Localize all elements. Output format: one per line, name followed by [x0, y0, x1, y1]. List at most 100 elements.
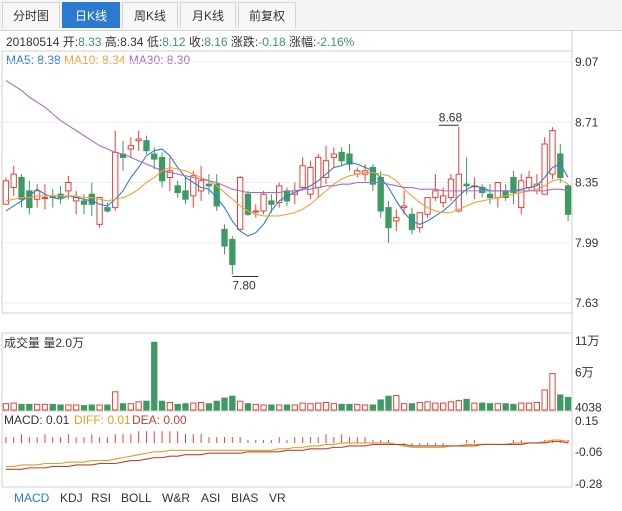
volume-bar — [221, 397, 228, 411]
candle-body — [96, 197, 103, 225]
volume-bar — [385, 395, 392, 411]
candle-body — [307, 166, 314, 195]
volume-bar — [88, 404, 95, 411]
indicator-tab-boll[interactable]: BOLL — [121, 491, 152, 505]
volume-bar — [2, 403, 10, 411]
volume-bar — [564, 396, 572, 411]
volume-bar — [416, 401, 423, 411]
max-price-label: 8.68 — [439, 110, 463, 124]
macd-value-label: MACD: 0.01 — [4, 413, 70, 427]
volume-bar — [143, 400, 150, 411]
candle-body — [221, 228, 228, 247]
volume-bar — [369, 404, 377, 411]
indicator-tab-bar: MACD KDJ RSI BOLL W&R ASI BIAS VR — [0, 487, 622, 511]
volume-bar — [33, 403, 41, 411]
candle-body — [463, 183, 470, 187]
volume-bar — [213, 400, 220, 411]
volume-bar — [518, 402, 525, 411]
indicator-tab-bias[interactable]: BIAS — [231, 491, 258, 505]
candle-body — [252, 210, 259, 213]
candle-body — [143, 140, 150, 152]
volume-bar — [330, 403, 338, 411]
candle-body — [440, 195, 447, 204]
diff-value-label: DIFF: 0.01 — [74, 413, 131, 427]
candle-body — [322, 160, 330, 178]
candle-body — [41, 197, 49, 200]
candle-body — [182, 190, 189, 200]
indicator-tab-macd[interactable]: MACD — [14, 491, 49, 505]
volume-bar — [80, 405, 88, 411]
candle-body — [400, 205, 408, 209]
candle-body — [26, 190, 33, 209]
volume-bar — [291, 404, 298, 411]
kline-y-tick-label: 8.71 — [575, 115, 599, 129]
candle-body — [393, 217, 400, 222]
kline-y-tick-label: 7.99 — [575, 236, 599, 250]
volume-bar — [338, 403, 345, 411]
volume-bar — [96, 404, 103, 411]
ma-line-ma30 — [5, 79, 569, 194]
candle-body — [486, 193, 494, 199]
volume-bar — [400, 403, 408, 411]
volume-bar — [166, 401, 174, 411]
volume-bar — [174, 403, 181, 411]
indicator-tab-rsi[interactable]: RSI — [91, 491, 111, 505]
volume-bar — [455, 400, 462, 411]
volume-bar — [525, 402, 533, 411]
volume-bar — [510, 403, 517, 411]
volume-bar — [41, 403, 49, 411]
candle-body — [299, 165, 306, 189]
candle-body — [190, 175, 197, 197]
candle-body — [104, 207, 111, 212]
volume-bar — [26, 403, 33, 411]
volume-bar — [65, 404, 72, 411]
candle-body — [260, 193, 267, 212]
volume-bar — [408, 403, 416, 411]
candle-body — [447, 178, 455, 199]
volume-bar — [244, 403, 252, 411]
indicator-tab-wr[interactable]: W&R — [162, 491, 190, 505]
volume-y-tick-label: 11万 — [575, 334, 599, 348]
min-price-label: 7.80 — [232, 279, 256, 293]
volume-bar — [346, 403, 353, 411]
indicator-tab-vr[interactable]: VR — [269, 491, 286, 505]
volume-bar — [432, 402, 439, 411]
volume-bar — [112, 391, 119, 411]
volume-bar — [197, 401, 205, 411]
volume-frame — [1, 332, 573, 412]
candle-body — [127, 145, 134, 150]
candle-body — [268, 200, 275, 205]
volume-bar — [377, 399, 384, 411]
volume-bar — [533, 401, 541, 411]
volume-bar — [229, 395, 236, 411]
volume-bar — [424, 401, 431, 411]
volume-bar — [73, 404, 80, 411]
volume-bar — [299, 402, 306, 411]
indicator-tab-kdj[interactable]: KDJ — [60, 491, 83, 505]
dea-value-label: DEA: 0.00 — [132, 413, 187, 427]
volume-bar — [104, 404, 111, 411]
macd-y-tick-label: -0.06 — [575, 445, 603, 459]
volume-bar — [463, 398, 470, 411]
candle-body — [151, 153, 158, 160]
volume-bar — [252, 403, 259, 411]
candle-body — [432, 190, 439, 199]
candle-body — [518, 180, 525, 209]
volume-bar — [182, 403, 189, 411]
candle-body — [229, 238, 236, 266]
indicator-tab-asi[interactable]: ASI — [201, 491, 220, 505]
candle-body — [315, 156, 322, 189]
volume-bar — [494, 403, 501, 411]
volume-bar — [276, 404, 283, 411]
volume-bar — [10, 402, 17, 411]
volume-panel-title: 成交量 量2.0万 — [4, 335, 84, 350]
volume-bar — [135, 401, 142, 411]
volume-bar — [127, 403, 134, 411]
candle-body — [338, 151, 345, 162]
candle-body — [80, 200, 88, 205]
volume-bar — [119, 403, 127, 411]
volume-bar — [151, 341, 158, 411]
candle-body — [158, 156, 166, 182]
stock-chart[interactable]: 9.07 8.71 8.35 7.99 7.63 8.68 7.80 成交量 量2.0万 11万… — [0, 0, 622, 511]
kline-y-tick-label: 9.07 — [575, 55, 599, 69]
